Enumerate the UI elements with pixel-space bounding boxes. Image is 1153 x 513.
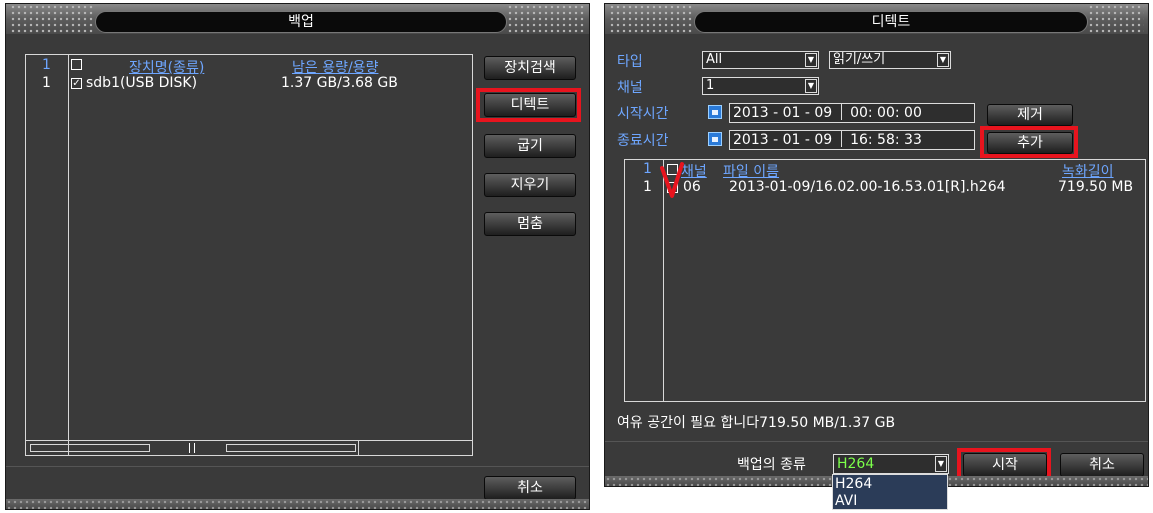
end-time-label: 종료시간 (617, 133, 669, 149)
table-row[interactable]: 1 ✓ sdb1(USB DISK) 1.37 GB/3.68 GB (26, 75, 472, 93)
row-capacity: 1.37 GB/3.68 GB (281, 75, 398, 91)
start-time[interactable]: 00: 00: 00 (850, 105, 922, 121)
window-title: 디텍트 (694, 11, 1088, 33)
row-record-length: 719.50 MB (1058, 179, 1134, 195)
type-label: 타입 (617, 54, 643, 70)
read-write-select[interactable]: 읽기/쓰기 ▼ (829, 51, 951, 69)
scrollbar-thumb[interactable] (189, 443, 195, 453)
free-space-status: 여유 공간이 필요 합니다719.50 MB/1.37 GB (617, 415, 896, 431)
burn-button[interactable]: 굽기 (484, 134, 576, 158)
erase-button[interactable]: 지우기 (484, 173, 576, 197)
header-record-length: 녹화길이 (1062, 164, 1114, 180)
backup-window: 백업 1 장치명(종류) 남은 용량/용량 1 ✓ sdb1(USB DISK)… (5, 3, 590, 510)
backup-type-value: H264 (837, 456, 875, 472)
detect-highlight-box (476, 88, 581, 122)
add-highlight-box (980, 126, 1078, 158)
header-filename: 파일 이름 (723, 164, 779, 180)
chevron-down-icon: ▼ (935, 456, 947, 472)
backup-title-bar: 백업 (6, 4, 589, 34)
scrollbar-track-left (30, 444, 150, 452)
end-time-field[interactable]: 2013 - 01 - 09 16: 58: 33 (729, 130, 975, 150)
cancel-button[interactable]: 취소 (1060, 453, 1144, 477)
backup-type-label: 백업의 종류 (737, 457, 806, 473)
device-search-button[interactable]: 장치검색 (484, 56, 576, 80)
chevron-down-icon: ▼ (805, 53, 817, 67)
chevron-down-icon: ▼ (937, 53, 949, 67)
row-device-name: sdb1(USB DISK) (86, 75, 198, 91)
start-time-field[interactable]: 2013 - 01 - 09 00: 00: 00 (729, 103, 975, 123)
table-row[interactable]: 1 06 2013-01-09/16.02.00-16.53.01[R].h26… (625, 179, 1145, 197)
stop-button[interactable]: 멈춤 (484, 212, 576, 236)
horizontal-scrollbar[interactable] (26, 440, 472, 455)
file-list[interactable]: 1 채널 파일 이름 녹화길이 1 06 2013-01-09/16.02.00… (624, 159, 1146, 402)
dropdown-option-h264[interactable]: H264 (835, 476, 872, 492)
scrollbar-track-right (226, 444, 356, 452)
cancel-button[interactable]: 취소 (484, 476, 576, 500)
type-value: All (706, 52, 723, 67)
channel-value: 1 (706, 78, 715, 93)
device-list[interactable]: 1 장치명(종류) 남은 용량/용량 1 ✓ sdb1(USB DISK) 1.… (25, 54, 473, 456)
start-time-label: 시작시간 (617, 106, 669, 122)
row-index: 1 (643, 179, 652, 195)
window-title: 백업 (95, 11, 507, 33)
dropdown-option-avi[interactable]: AVI (835, 493, 857, 509)
read-write-value: 읽기/쓰기 (833, 52, 886, 67)
row-checkbox[interactable]: ✓ (71, 78, 82, 89)
remove-button[interactable]: 제거 (987, 104, 1073, 126)
detect-title-bar: 디텍트 (605, 4, 1148, 34)
detect-window: 디텍트 타입 All ▼ 읽기/쓰기 ▼ 채널 1 ▼ 시작시간 2013 - … (604, 3, 1149, 487)
header-device-name: 장치명(종류) (129, 60, 205, 76)
backup-type-dropdown[interactable]: H264 AVI (832, 474, 948, 510)
type-select[interactable]: All ▼ (702, 51, 819, 69)
row-filename: 2013-01-09/16.02.00-16.53.01[R].h264 (729, 179, 1006, 195)
channel-label: 채널 (617, 80, 643, 96)
end-time[interactable]: 16: 58: 33 (850, 132, 922, 148)
header-capacity: 남은 용량/용량 (292, 60, 379, 76)
row-index: 1 (42, 75, 51, 91)
calendar-icon[interactable] (708, 105, 722, 119)
header-index: 1 (643, 161, 652, 177)
chevron-down-icon: ▼ (805, 79, 817, 93)
end-date[interactable]: 2013 - 01 - 09 (733, 132, 832, 148)
backup-type-select[interactable]: H264 ▼ (833, 454, 949, 474)
select-all-checkbox[interactable] (71, 59, 82, 70)
red-check-mark-annotation (660, 162, 684, 198)
header-index: 1 (42, 57, 51, 73)
start-date[interactable]: 2013 - 01 - 09 (733, 105, 832, 121)
channel-select[interactable]: 1 ▼ (702, 77, 819, 95)
calendar-icon[interactable] (708, 132, 722, 146)
